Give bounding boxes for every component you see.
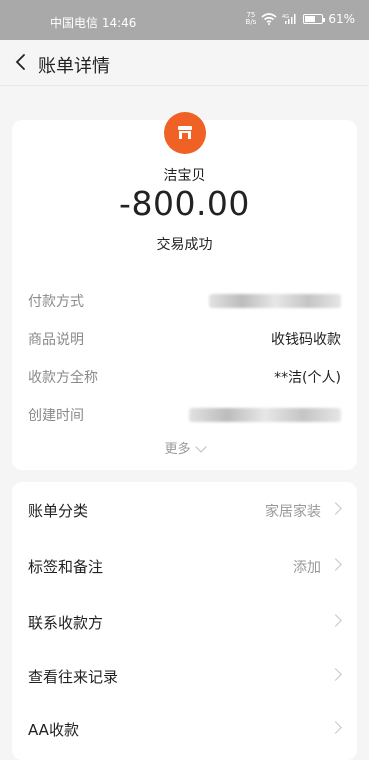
chevron-right-icon bbox=[329, 721, 342, 734]
battery-percent: 61% bbox=[328, 12, 355, 26]
chevron-left-icon[interactable] bbox=[12, 53, 30, 71]
payee-name-row: 收款方全称 **洁(个人) bbox=[28, 364, 341, 388]
menu-label-aa-collection: AA收款 bbox=[28, 721, 79, 739]
menu-label-history: 查看往来记录 bbox=[28, 668, 119, 686]
chevron-right-icon bbox=[329, 502, 342, 515]
shop-icon bbox=[164, 112, 206, 154]
transaction-amount: -800.00 bbox=[119, 184, 250, 223]
menu-item-aa-collection[interactable]: AA收款 bbox=[12, 701, 357, 756]
battery-fill bbox=[305, 16, 316, 22]
more-button[interactable]: 更多 bbox=[12, 438, 357, 457]
created-time-redacted bbox=[189, 408, 341, 422]
payee-name-value: **洁(个人) bbox=[274, 370, 341, 386]
menu-item-category[interactable]: 账单分类 家居家装 bbox=[12, 482, 357, 537]
payment-method-label: 付款方式 bbox=[28, 294, 84, 310]
product-description-value: 收钱码收款 bbox=[271, 332, 341, 348]
payment-method-row: 付款方式 bbox=[28, 288, 341, 312]
menu-label-category: 账单分类 bbox=[28, 502, 89, 520]
menu-item-history[interactable]: 查看往来记录 bbox=[12, 648, 357, 703]
chevron-down-icon bbox=[194, 441, 207, 453]
category-value: 家居家装 bbox=[265, 504, 321, 520]
chevron-right-icon bbox=[329, 668, 342, 681]
menu-label-tags-notes: 标签和备注 bbox=[28, 558, 104, 576]
payee-name-label: 收款方全称 bbox=[28, 370, 98, 386]
created-time-row: 创建时间 bbox=[28, 402, 341, 426]
add-tag-value: 添加 bbox=[293, 560, 321, 576]
wifi-icon bbox=[261, 13, 277, 25]
transaction-summary-card: 洁宝贝 -800.00 交易成功 付款方式 商品说明 收钱码收款 收款方全称 *… bbox=[12, 112, 357, 470]
page-header: 账单详情 bbox=[0, 40, 369, 86]
bill-actions-card: 账单分类 家居家装 标签和备注 添加 联系收款方 查看往来记录 AA收款 bbox=[12, 482, 357, 760]
menu-item-tags-notes[interactable]: 标签和备注 添加 bbox=[12, 538, 357, 593]
product-description-label: 商品说明 bbox=[28, 332, 84, 348]
payment-method-redacted bbox=[209, 294, 341, 308]
transaction-status: 交易成功 bbox=[156, 237, 213, 253]
menu-label-contact-payee: 联系收款方 bbox=[28, 614, 104, 632]
more-label: 更多 bbox=[164, 442, 191, 457]
product-description-row: 商品说明 收钱码收款 bbox=[28, 326, 341, 350]
merchant-name: 洁宝贝 bbox=[163, 168, 206, 184]
status-icons: 75 B/s 4G 61% bbox=[245, 11, 355, 27]
chevron-right-icon bbox=[329, 558, 342, 571]
menu-item-contact-payee[interactable]: 联系收款方 bbox=[12, 594, 357, 649]
battery-icon bbox=[303, 14, 326, 24]
signal-icon: 4G bbox=[282, 14, 296, 24]
created-time-label: 创建时间 bbox=[28, 408, 84, 424]
chevron-right-icon bbox=[329, 614, 342, 627]
carrier-time: 中国电信 14:46 bbox=[50, 16, 137, 30]
status-bar: 中国电信 14:46 75 B/s 4G 61% bbox=[0, 0, 369, 40]
network-speed: 75 B/s bbox=[245, 11, 257, 26]
page-title: 账单详情 bbox=[38, 56, 110, 77]
